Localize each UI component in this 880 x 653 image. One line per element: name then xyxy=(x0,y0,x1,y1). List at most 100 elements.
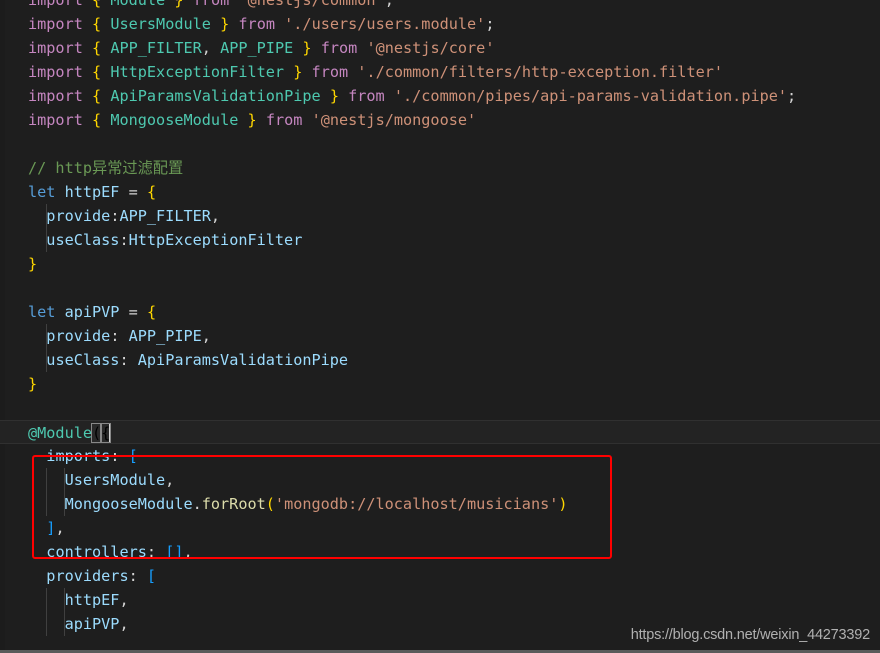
code-token: import xyxy=(28,111,83,129)
code-token: from xyxy=(238,15,275,33)
code-token: ] xyxy=(174,543,184,561)
code-line[interactable]: import { MongooseModule } from '@nestjs/… xyxy=(0,108,880,132)
code-line[interactable]: } xyxy=(0,372,880,396)
code-token: UsersModule xyxy=(110,15,211,33)
code-editor-screenshot: import { Module } from '@nestjs/common';… xyxy=(0,0,880,653)
code-line[interactable]: MongooseModule.forRoot('mongodb://localh… xyxy=(0,492,880,516)
code-token: controllers xyxy=(46,543,147,561)
code-token: } xyxy=(247,111,257,129)
code-token: : xyxy=(128,567,138,585)
code-token: , xyxy=(201,327,211,345)
code-token: , xyxy=(165,471,175,489)
code-token: { xyxy=(92,39,102,57)
code-line[interactable]: import { HttpExceptionFilter } from './c… xyxy=(0,60,880,84)
code-token: } xyxy=(28,255,38,273)
code-line[interactable]: providers: [ xyxy=(0,564,880,588)
text-cursor xyxy=(109,423,112,442)
code-line[interactable] xyxy=(0,132,880,156)
code-line[interactable]: useClass:HttpExceptionFilter xyxy=(0,228,880,252)
code-token: = xyxy=(128,303,138,321)
code-token: APP_FILTER xyxy=(110,39,202,57)
code-token: { xyxy=(92,63,102,81)
code-token: { xyxy=(146,183,157,201)
code-line[interactable]: ], xyxy=(0,516,880,540)
code-token: : xyxy=(119,231,129,249)
code-token: from xyxy=(192,0,230,9)
code-token: apiPVP xyxy=(64,303,120,321)
code-line[interactable]: import { ApiParamsValidationPipe } from … xyxy=(0,84,880,108)
code-token: APP_PIPE xyxy=(128,327,202,345)
code-surface[interactable]: import { Module } from '@nestjs/common';… xyxy=(0,0,880,636)
code-token: from xyxy=(311,63,349,81)
code-line[interactable]: provide: APP_PIPE, xyxy=(0,324,880,348)
code-line[interactable]: httpEF, xyxy=(0,588,880,612)
code-line[interactable]: useClass: ApiParamsValidationPipe xyxy=(0,348,880,372)
code-line[interactable]: UsersModule, xyxy=(0,468,880,492)
code-token: HttpExceptionFilter xyxy=(128,231,303,249)
code-token: useClass xyxy=(46,231,120,249)
watermark-text: https://blog.csdn.net/weixin_44273392 xyxy=(630,627,870,643)
code-line[interactable]: import { APP_FILTER, APP_PIPE } from '@n… xyxy=(0,36,880,60)
code-token: { xyxy=(92,0,102,9)
code-line[interactable] xyxy=(0,276,880,300)
code-token: { xyxy=(146,303,157,321)
code-token: = xyxy=(128,183,138,201)
code-token: './common/filters/http-exception.filter' xyxy=(357,63,724,81)
code-line[interactable]: controllers: [], xyxy=(0,540,880,564)
code-token: from xyxy=(320,39,358,57)
code-line[interactable]: import { UsersModule } from './users/use… xyxy=(0,12,880,36)
code-token: // http异常过滤配置 xyxy=(28,159,184,177)
code-token: '@nestjs/mongoose' xyxy=(311,111,477,129)
code-token: } xyxy=(28,375,38,393)
code-token: apiPVP xyxy=(64,615,120,633)
code-line[interactable]: let apiPVP = { xyxy=(0,300,880,324)
code-token: } xyxy=(220,15,230,33)
code-token: APP_FILTER xyxy=(119,207,211,225)
code-token: httpEF xyxy=(64,591,120,609)
code-line[interactable]: // http异常过滤配置 xyxy=(0,156,880,180)
code-token: ApiParamsValidationPipe xyxy=(137,351,349,369)
code-token: from xyxy=(265,111,303,129)
code-token: { xyxy=(92,15,102,33)
code-line[interactable]: import { Module } from '@nestjs/common'; xyxy=(0,0,880,12)
code-token: [ xyxy=(165,543,175,561)
code-line[interactable]: let httpEF = { xyxy=(0,180,880,204)
code-line[interactable]: provide:APP_FILTER, xyxy=(0,204,880,228)
code-line[interactable]: @Module({ xyxy=(0,420,880,444)
code-token: APP_PIPE xyxy=(220,39,294,57)
code-line[interactable] xyxy=(0,396,880,420)
code-line[interactable]: imports: [ xyxy=(0,444,880,468)
code-token: UsersModule xyxy=(64,471,166,489)
code-token: , xyxy=(55,519,65,537)
code-line[interactable]: } xyxy=(0,252,880,276)
code-token: import xyxy=(28,87,83,105)
code-token: import xyxy=(28,15,83,33)
code-token: HttpExceptionFilter xyxy=(110,63,285,81)
